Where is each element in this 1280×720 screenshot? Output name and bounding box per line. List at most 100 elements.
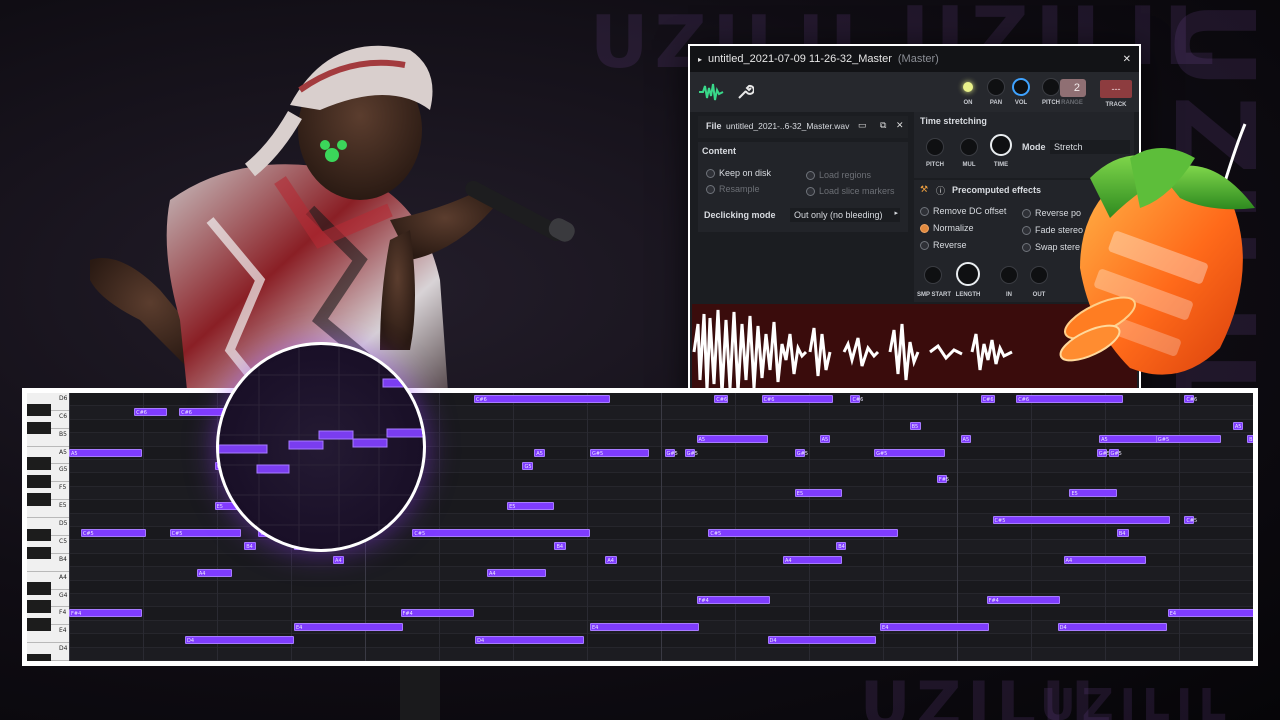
load-slice-markers-option[interactable]: Load slice markers (806, 186, 895, 197)
vol-knob[interactable] (1012, 78, 1030, 96)
copy-icon[interactable]: ⧉ (880, 120, 886, 131)
waveform-tab-icon[interactable] (698, 83, 724, 101)
midi-note[interactable]: B4 (554, 542, 567, 551)
piano-black-key[interactable] (27, 475, 51, 488)
midi-note[interactable]: D4 (1057, 622, 1167, 631)
midi-note[interactable]: G#5 (684, 448, 698, 457)
ts-mul-knob[interactable] (960, 138, 978, 156)
midi-note[interactable]: A4 (605, 555, 618, 564)
midi-note[interactable]: A5 (534, 448, 545, 457)
piano-black-key[interactable] (27, 403, 51, 417)
midi-note[interactable]: G#5 (589, 448, 650, 457)
remove-dc-option[interactable]: Remove DC offset (920, 206, 1006, 217)
track-display[interactable]: --- (1100, 80, 1132, 98)
smp-start-knob[interactable] (924, 266, 942, 284)
midi-note[interactable]: G#5 (874, 448, 946, 457)
midi-note[interactable]: C#5 (169, 529, 241, 537)
keep-on-disk-radio[interactable] (706, 169, 715, 179)
pan-knob[interactable] (987, 78, 1005, 96)
midi-note[interactable]: C#5 (412, 529, 590, 537)
range-display[interactable]: 2 (1060, 79, 1086, 97)
midi-note[interactable]: G#5 (664, 448, 678, 457)
midi-note[interactable]: A4 (333, 555, 344, 564)
midi-note[interactable]: D4 (185, 636, 294, 645)
on-led[interactable] (963, 82, 973, 92)
midi-note[interactable]: F#4 (400, 609, 474, 618)
midi-note[interactable]: A5 (1232, 421, 1243, 430)
midi-note[interactable]: C#5 (992, 515, 1171, 524)
reverse-option[interactable]: Reverse (920, 240, 967, 251)
piano-black-key[interactable] (27, 582, 51, 595)
piano-black-key[interactable] (27, 457, 51, 470)
piano-black-key[interactable] (27, 653, 51, 661)
piano-roll[interactable]: D6C6B5A5G5F5E5D5C5B4A4G4F4E4D4 C#6C#6A5G… (27, 393, 1253, 661)
midi-note[interactable]: E5 (1069, 488, 1117, 497)
resample-option[interactable]: Resample (706, 184, 760, 195)
midi-note[interactable]: E4 (589, 622, 699, 631)
midi-note[interactable]: A4 (782, 555, 843, 564)
plugin-titlebar[interactable]: ▸ untitled_2021-07-09 11-26-32_Master (M… (690, 46, 1139, 72)
midi-note[interactable]: C#6 (134, 408, 168, 417)
ts-pitch-knob[interactable] (926, 138, 944, 156)
file-name[interactable]: untitled_2021-..6-32_Master.wav (726, 121, 849, 131)
piano-black-key[interactable] (27, 493, 51, 506)
midi-note[interactable]: F#4 (69, 609, 143, 618)
reverse-radio[interactable] (920, 241, 929, 251)
normalize-option[interactable]: Normalize (920, 223, 974, 234)
midi-note[interactable]: A4 (1063, 555, 1147, 564)
midi-note[interactable]: C#5 (1184, 515, 1197, 524)
midi-note[interactable]: A4 (196, 569, 233, 578)
length-knob[interactable] (956, 262, 980, 286)
in-knob[interactable] (1000, 266, 1018, 284)
declicking-dropdown[interactable]: Out only (no bleeding) ▸ (790, 208, 900, 222)
normalize-radio[interactable] (920, 224, 929, 234)
midi-note[interactable]: B5 (1247, 435, 1253, 444)
midi-note[interactable]: E4 (293, 622, 403, 631)
midi-note[interactable]: B4 (244, 542, 257, 551)
midi-note[interactable]: G#5 (794, 448, 808, 457)
piano-black-key[interactable] (27, 421, 51, 435)
menu-arrow-icon[interactable]: ▸ (698, 55, 702, 64)
midi-note[interactable]: C#6 (980, 395, 995, 403)
midi-note[interactable]: E5 (507, 502, 555, 511)
midi-note[interactable]: G5 (522, 462, 534, 470)
midi-note[interactable]: C#6 (714, 395, 729, 403)
midi-note[interactable]: G#5 (1096, 448, 1110, 457)
midi-note[interactable]: C#6 (1016, 395, 1123, 403)
midi-note[interactable]: A5 (69, 448, 143, 457)
piano-black-key[interactable] (27, 528, 51, 542)
ts-time-knob[interactable] (990, 134, 1012, 156)
midi-note[interactable]: C#6 (761, 395, 833, 403)
midi-note[interactable]: B5 (909, 421, 922, 430)
remove-dc-radio[interactable] (920, 207, 929, 217)
load-slice-markers-radio[interactable] (806, 187, 815, 197)
midi-note[interactable]: B4 (836, 542, 847, 551)
piano-black-key[interactable] (27, 600, 51, 613)
midi-note[interactable]: C#6 (850, 395, 863, 403)
midi-note[interactable]: F#5 (936, 475, 949, 484)
midi-note[interactable]: C#5 (708, 529, 898, 537)
keep-on-disk-option[interactable]: Keep on disk (706, 168, 771, 179)
midi-note[interactable]: C#6 (473, 395, 611, 403)
midi-note[interactable]: A5 (960, 435, 971, 444)
midi-note[interactable]: G#5 (1155, 435, 1222, 444)
midi-note[interactable]: F#4 (696, 596, 770, 604)
piano-black-key[interactable] (27, 546, 51, 560)
folder-icon[interactable]: ▭ (858, 120, 867, 131)
close-icon[interactable]: ✕ (1123, 54, 1131, 65)
load-regions-option[interactable]: Load regions (806, 170, 871, 181)
midi-note[interactable]: A5 (696, 435, 768, 444)
midi-note[interactable]: E4 (880, 622, 989, 631)
midi-note[interactable]: A5 (819, 435, 830, 444)
midi-note[interactable]: B4 (1116, 529, 1129, 537)
midi-note[interactable]: C#6 (1184, 395, 1197, 403)
midi-note[interactable]: F#4 (986, 596, 1060, 604)
piano-keyboard[interactable]: D6 C6 B5 A5 G5 F5 E5 D5 C5 B4 A4 G4 F4 E4 D4 (27, 393, 69, 661)
load-regions-radio[interactable] (806, 171, 815, 181)
midi-note[interactable]: C#5 (80, 529, 146, 537)
midi-note[interactable]: E4 (1167, 609, 1253, 618)
pitch-knob[interactable] (1042, 78, 1060, 96)
wrench-icon[interactable] (736, 83, 754, 101)
midi-note[interactable]: D4 (475, 636, 585, 645)
piano-black-key[interactable] (27, 618, 51, 631)
